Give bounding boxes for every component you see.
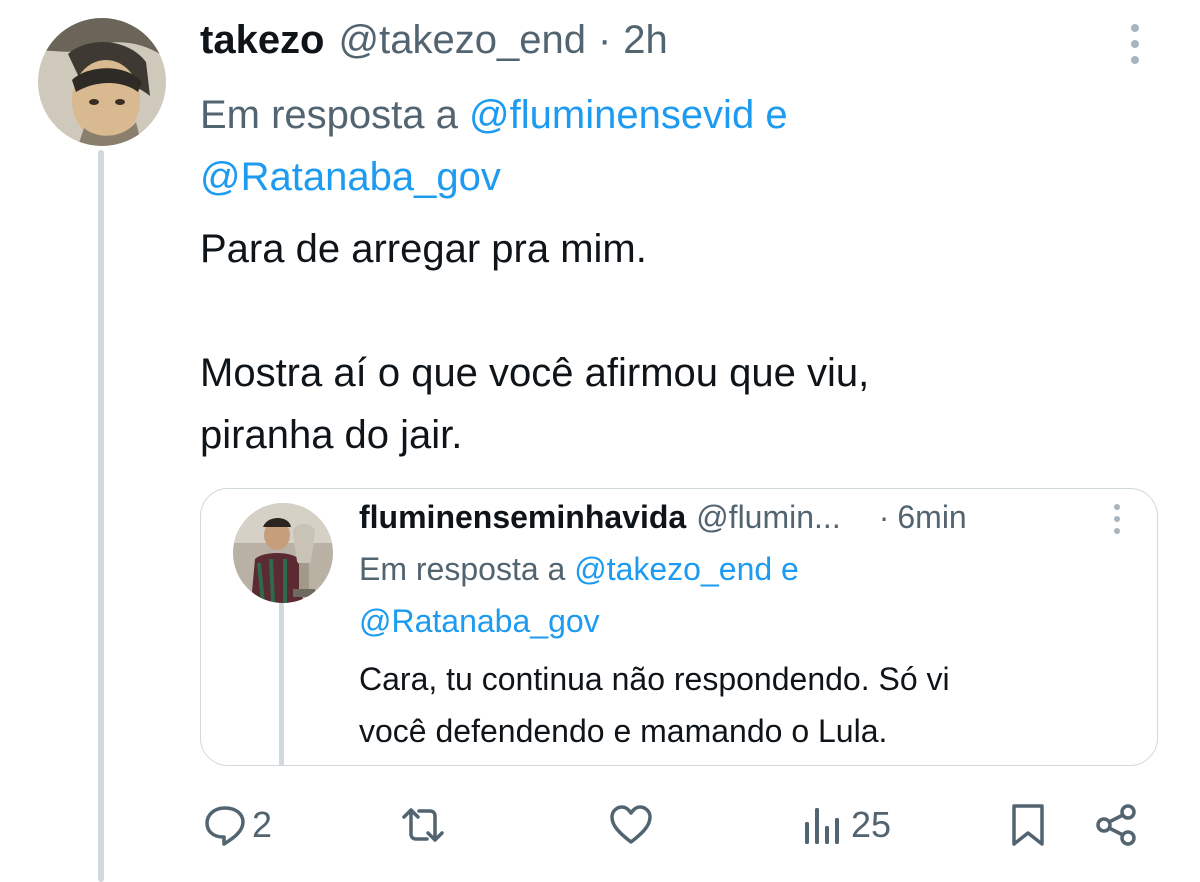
- views-button[interactable]: 25: [803, 790, 891, 860]
- quoted-reply-mention-link[interactable]: @Ratanaba_gov: [359, 603, 600, 639]
- quoted-tweet-text: Cara, tu continua não respondendo. Só vi…: [359, 653, 1139, 757]
- reply-count: 2: [252, 804, 273, 845]
- like-button[interactable]: [608, 790, 654, 860]
- tweet-text-line: Mostra aí o que você afirmou que viu,: [200, 351, 870, 395]
- reply-mention-link[interactable]: @Ratanaba_gov: [200, 155, 501, 199]
- header-separator: ·: [597, 17, 612, 62]
- retweet-icon: [402, 808, 444, 842]
- more-vertical-icon[interactable]: [1107, 501, 1127, 537]
- tweet-text-line: piranha do jair.: [200, 413, 463, 457]
- quoted-tweet-header: fluminenseminhavida @flumin... · 6min: [359, 493, 967, 541]
- avatar[interactable]: [38, 18, 166, 146]
- tweet-text: Para de arregar pra mim. Mostra aí o que…: [200, 218, 1100, 466]
- reply-mention-link[interactable]: @fluminensevid: [469, 93, 754, 137]
- quoted-tweet-text-line: você defendendo e mamando o Lula.: [359, 713, 888, 749]
- retweet-button[interactable]: [400, 790, 446, 860]
- reply-button[interactable]: 2: [202, 790, 272, 860]
- quoted-header-separator: ·: [878, 498, 890, 535]
- user-handle[interactable]: @takezo_end: [339, 18, 586, 63]
- tweet-action-bar: 2 25: [0, 790, 1200, 860]
- bookmark-button[interactable]: [1008, 790, 1048, 860]
- share-icon: [1096, 804, 1136, 846]
- quoted-tweet-text-line: Cara, tu continua não respondendo. Só vi: [359, 661, 950, 697]
- quoted-display-name[interactable]: fluminenseminhavida: [359, 499, 686, 536]
- reply-prefix: Em resposta a: [200, 93, 458, 137]
- quoted-avatar[interactable]: [233, 503, 333, 603]
- quoted-reply-conjunction: e: [781, 551, 799, 587]
- thread-connector-line: [98, 150, 104, 882]
- quoted-reply-prefix: Em resposta a: [359, 551, 566, 587]
- more-vertical-icon[interactable]: [1118, 20, 1152, 68]
- quoted-thread-connector-line: [279, 601, 284, 765]
- quoted-timestamp[interactable]: 6min: [897, 499, 966, 536]
- reply-conjunction: e: [765, 93, 788, 137]
- tweet-timestamp[interactable]: 2h: [623, 18, 668, 63]
- views-count: 25: [851, 804, 892, 845]
- quoted-user-handle[interactable]: @flumin...: [696, 499, 841, 536]
- reply-context: Em resposta a @fluminensevid e @Ratanaba…: [200, 84, 1160, 208]
- quoted-reply-context: Em resposta a @takezo_end e @Ratanaba_go…: [359, 543, 1119, 647]
- reply-bubble-icon: [205, 806, 245, 846]
- quoted-reply-mention-link[interactable]: @takezo_end: [574, 551, 772, 587]
- bookmark-icon: [1012, 804, 1044, 846]
- heart-icon: [610, 805, 652, 844]
- share-button[interactable]: [1094, 790, 1140, 860]
- views-bar-chart-icon: [805, 808, 839, 844]
- tweet-text-line: Para de arregar pra mim.: [200, 227, 647, 271]
- display-name[interactable]: takezo: [200, 18, 325, 63]
- tweet-header: takezo @takezo_end · 2h: [200, 14, 668, 66]
- quoted-tweet-card[interactable]: fluminenseminhavida @flumin... · 6min Em…: [200, 488, 1158, 766]
